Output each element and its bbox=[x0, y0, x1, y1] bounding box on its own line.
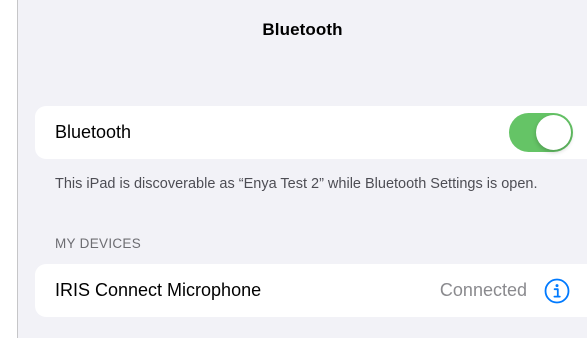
bluetooth-toggle-row: Bluetooth bbox=[35, 106, 587, 159]
bluetooth-settings-panel: Bluetooth Bluetooth This iPad is discove… bbox=[18, 0, 587, 338]
bluetooth-toggle-switch[interactable] bbox=[509, 113, 573, 152]
toggle-knob bbox=[536, 115, 571, 150]
device-row[interactable]: IRIS Connect Microphone Connected bbox=[35, 264, 587, 317]
my-devices-header: MY DEVICES bbox=[55, 236, 142, 251]
info-icon[interactable] bbox=[544, 278, 570, 304]
page-title: Bluetooth bbox=[262, 20, 343, 39]
discoverable-footer-text: This iPad is discoverable as “Enya Test … bbox=[55, 176, 538, 192]
bluetooth-label: Bluetooth bbox=[55, 122, 132, 142]
device-status: Connected bbox=[439, 280, 527, 300]
device-name: IRIS Connect Microphone bbox=[55, 280, 262, 300]
